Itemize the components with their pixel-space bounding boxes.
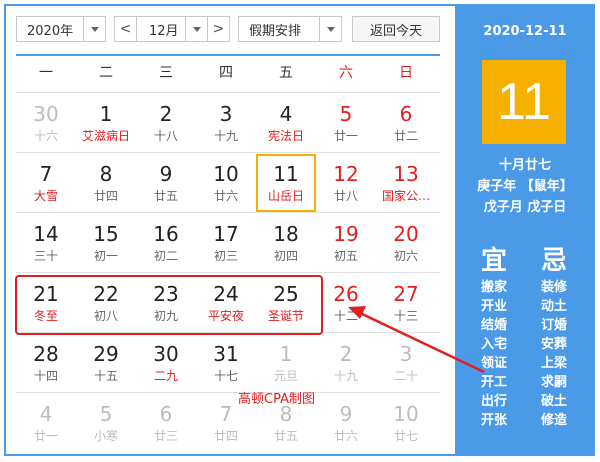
annotation-label: 高顿CPA制图 (238, 392, 315, 407)
